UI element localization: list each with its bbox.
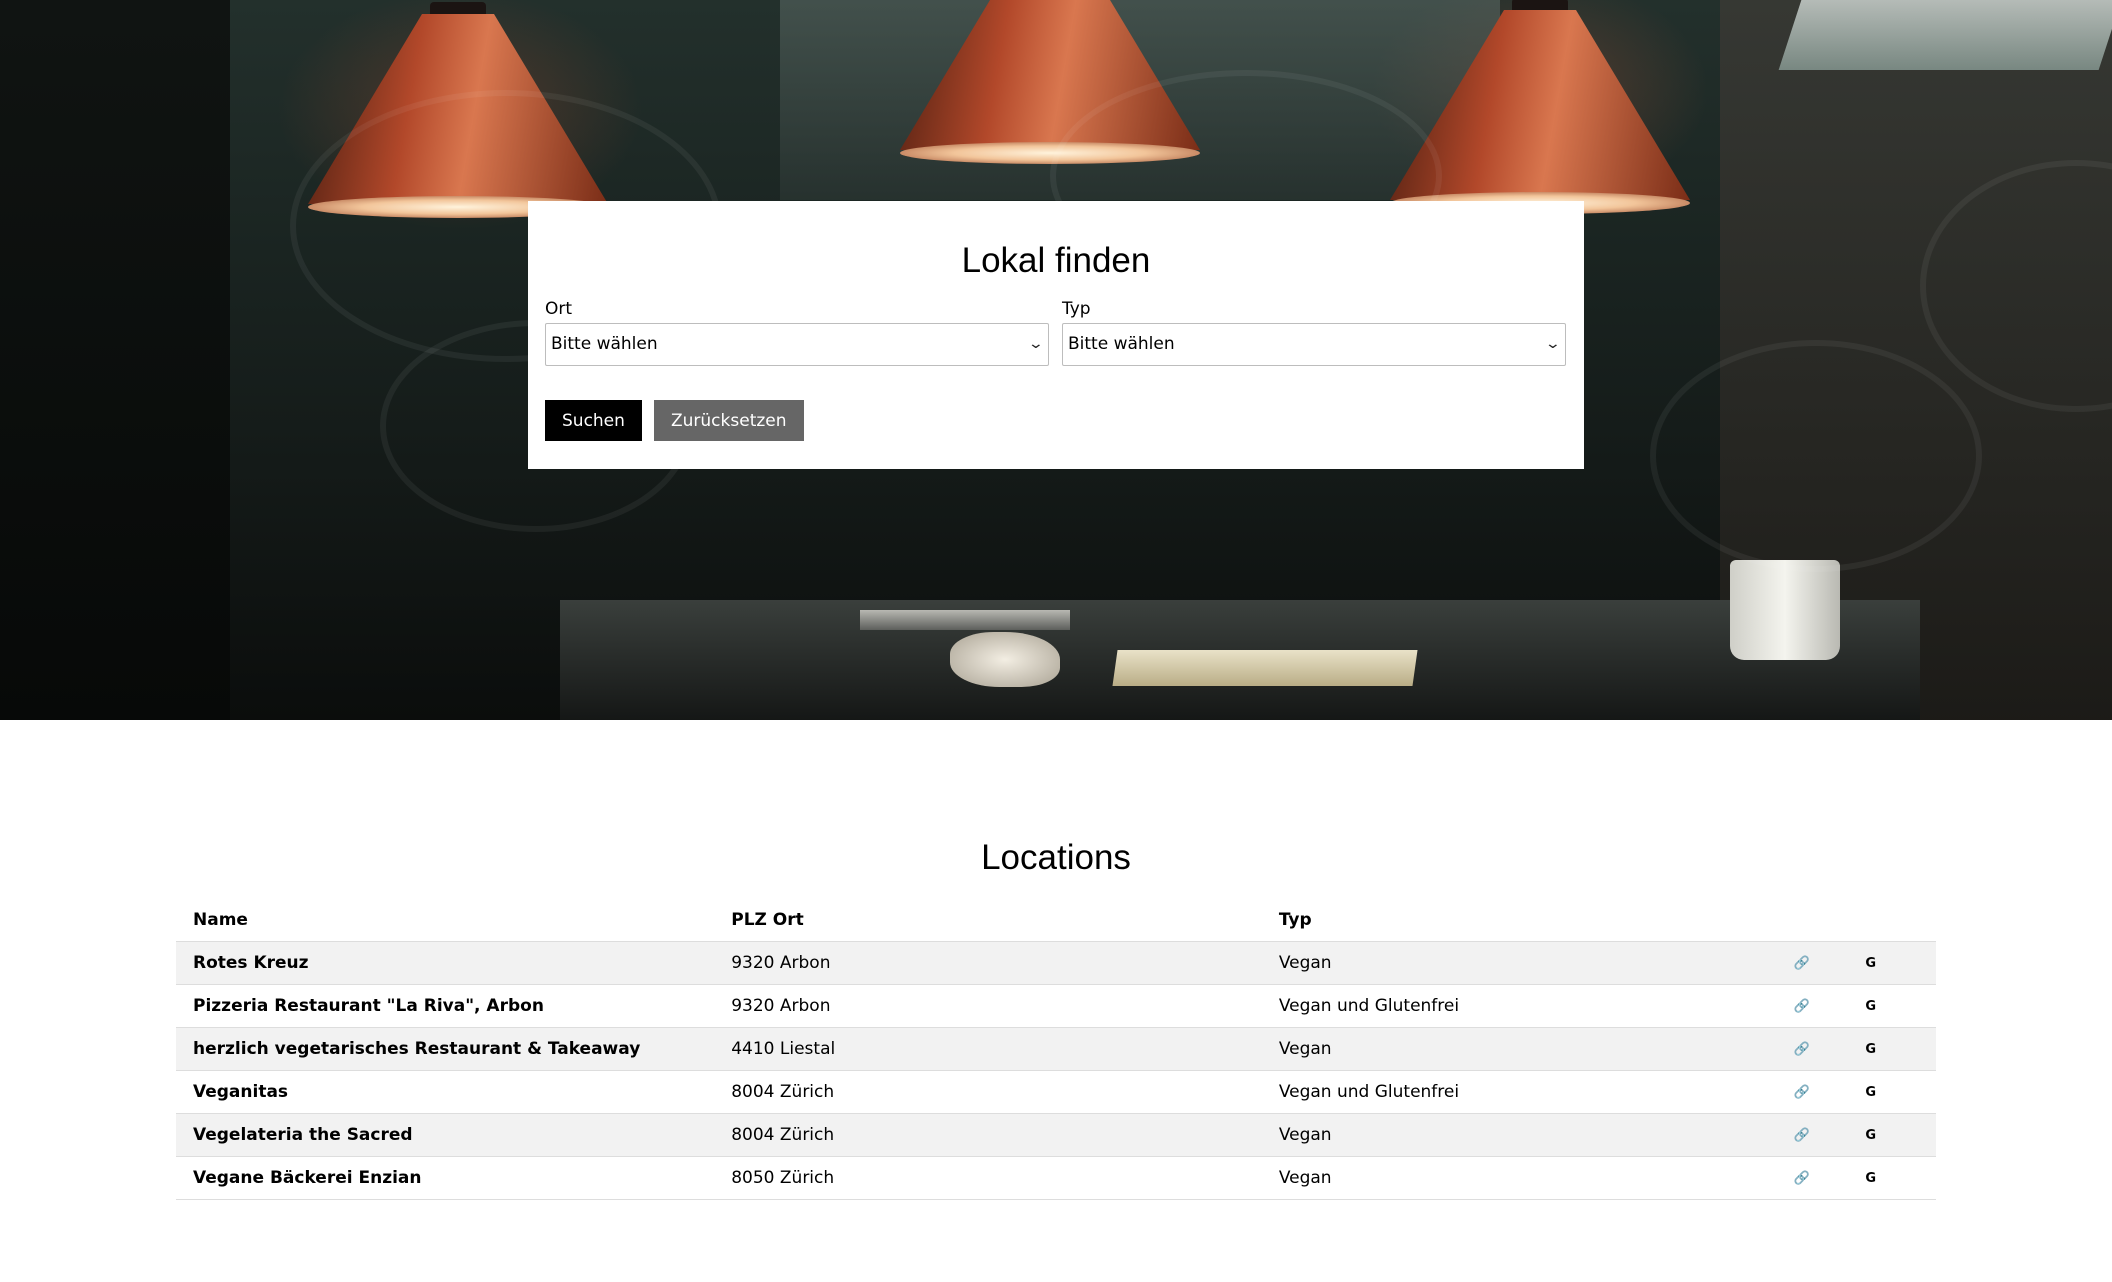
location-name: Vegane Bäckerei Enzian (176, 1156, 715, 1200)
typ-field-group: Typ Bitte wählen ⌄ (1062, 299, 1566, 366)
location-typ: Vegan und Glutenfrei (1261, 1070, 1794, 1114)
location-typ: Vegan und Glutenfrei (1261, 984, 1794, 1028)
link-icon[interactable]: 🔗 (1793, 1070, 1866, 1114)
location-plz-ort: 9320 Arbon (714, 941, 1262, 985)
google-icon[interactable]: G (1865, 1070, 1936, 1114)
cutting-board (1112, 650, 1418, 686)
decor-ring (1650, 340, 1982, 572)
header-name: Name (176, 898, 715, 942)
location-plz-ort: 8004 Zürich (714, 1113, 1262, 1157)
kitchen-tray (860, 610, 1070, 630)
table-row: Veganitas 8004 Zürich Vegan und Glutenfr… (176, 1070, 1936, 1114)
locations-section: Locations Name PLZ Ort Typ Rotes Kreuz 9… (0, 720, 2112, 1282)
table-row: Rotes Kreuz 9320 Arbon Vegan 🔗 G (176, 941, 1936, 985)
typ-label: Typ (1062, 299, 1091, 319)
kitchen-bucket (1730, 560, 1840, 660)
chevron-down-icon: ⌄ (1027, 336, 1045, 352)
table-row: herzlich vegetarisches Restaurant & Take… (176, 1027, 1936, 1071)
google-icon[interactable]: G (1865, 984, 1936, 1028)
reset-button[interactable]: Zurücksetzen (654, 400, 804, 441)
location-plz-ort: 8050 Zürich (714, 1156, 1262, 1200)
google-icon[interactable]: G (1865, 941, 1936, 985)
ort-field-group: Ort Bitte wählen ⌄ (545, 299, 1049, 366)
location-typ: Vegan (1261, 941, 1794, 985)
link-icon[interactable]: 🔗 (1793, 1156, 1866, 1200)
location-plz-ort: 9320 Arbon (714, 984, 1262, 1028)
link-icon[interactable]: 🔗 (1793, 1113, 1866, 1157)
google-icon[interactable]: G (1865, 1113, 1936, 1157)
location-typ: Vegan (1261, 1156, 1794, 1200)
table-row: Vegelateria the Sacred 8004 Zürich Vegan… (176, 1113, 1936, 1157)
ort-select-value: Bitte wählen (551, 334, 658, 354)
location-typ: Vegan (1261, 1113, 1794, 1157)
header-google (1865, 898, 1936, 942)
ort-select[interactable]: Bitte wählen ⌄ (545, 323, 1049, 366)
location-name: Pizzeria Restaurant "La Riva", Arbon (176, 984, 715, 1028)
locations-title: Locations (981, 838, 1131, 877)
location-name: Vegelateria the Sacred (176, 1113, 715, 1157)
link-icon[interactable]: 🔗 (1793, 1027, 1866, 1071)
kitchen-towel (950, 632, 1060, 687)
chevron-down-icon: ⌄ (1544, 336, 1562, 352)
table-row: Pizzeria Restaurant "La Riva", Arbon 932… (176, 984, 1936, 1028)
location-name: Veganitas (176, 1070, 715, 1114)
search-title: Lokal finden (961, 241, 1151, 280)
location-plz-ort: 8004 Zürich (714, 1070, 1262, 1114)
ort-label: Ort (545, 299, 573, 319)
typ-select-value: Bitte wählen (1068, 334, 1175, 354)
header-plz-ort: PLZ Ort (714, 898, 1262, 942)
location-plz-ort: 4410 Liestal (714, 1027, 1262, 1071)
link-icon[interactable]: 🔗 (1793, 941, 1866, 985)
locations-table: Name PLZ Ort Typ Rotes Kreuz 9320 Arbon … (176, 898, 1936, 1200)
typ-select[interactable]: Bitte wählen ⌄ (1062, 323, 1566, 366)
google-icon[interactable]: G (1865, 1027, 1936, 1071)
header-typ: Typ (1261, 898, 1794, 942)
hero-ceiling-light (1778, 0, 2112, 70)
location-name: Rotes Kreuz (176, 941, 715, 985)
table-row: Vegane Bäckerei Enzian 8050 Zürich Vegan… (176, 1156, 1936, 1200)
header-link (1793, 898, 1866, 942)
hero-background: Lokal finden Ort Bitte wählen ⌄ Typ Bitt… (0, 0, 2112, 720)
hero-wall-left (0, 0, 230, 720)
location-typ: Vegan (1261, 1027, 1794, 1071)
google-icon[interactable]: G (1865, 1156, 1936, 1200)
search-button[interactable]: Suchen (545, 400, 642, 441)
location-name: herzlich vegetarisches Restaurant & Take… (176, 1027, 715, 1071)
search-card: Lokal finden Ort Bitte wählen ⌄ Typ Bitt… (528, 201, 1584, 469)
link-icon[interactable]: 🔗 (1793, 984, 1866, 1028)
table-header-row: Name PLZ Ort Typ (176, 898, 1936, 942)
